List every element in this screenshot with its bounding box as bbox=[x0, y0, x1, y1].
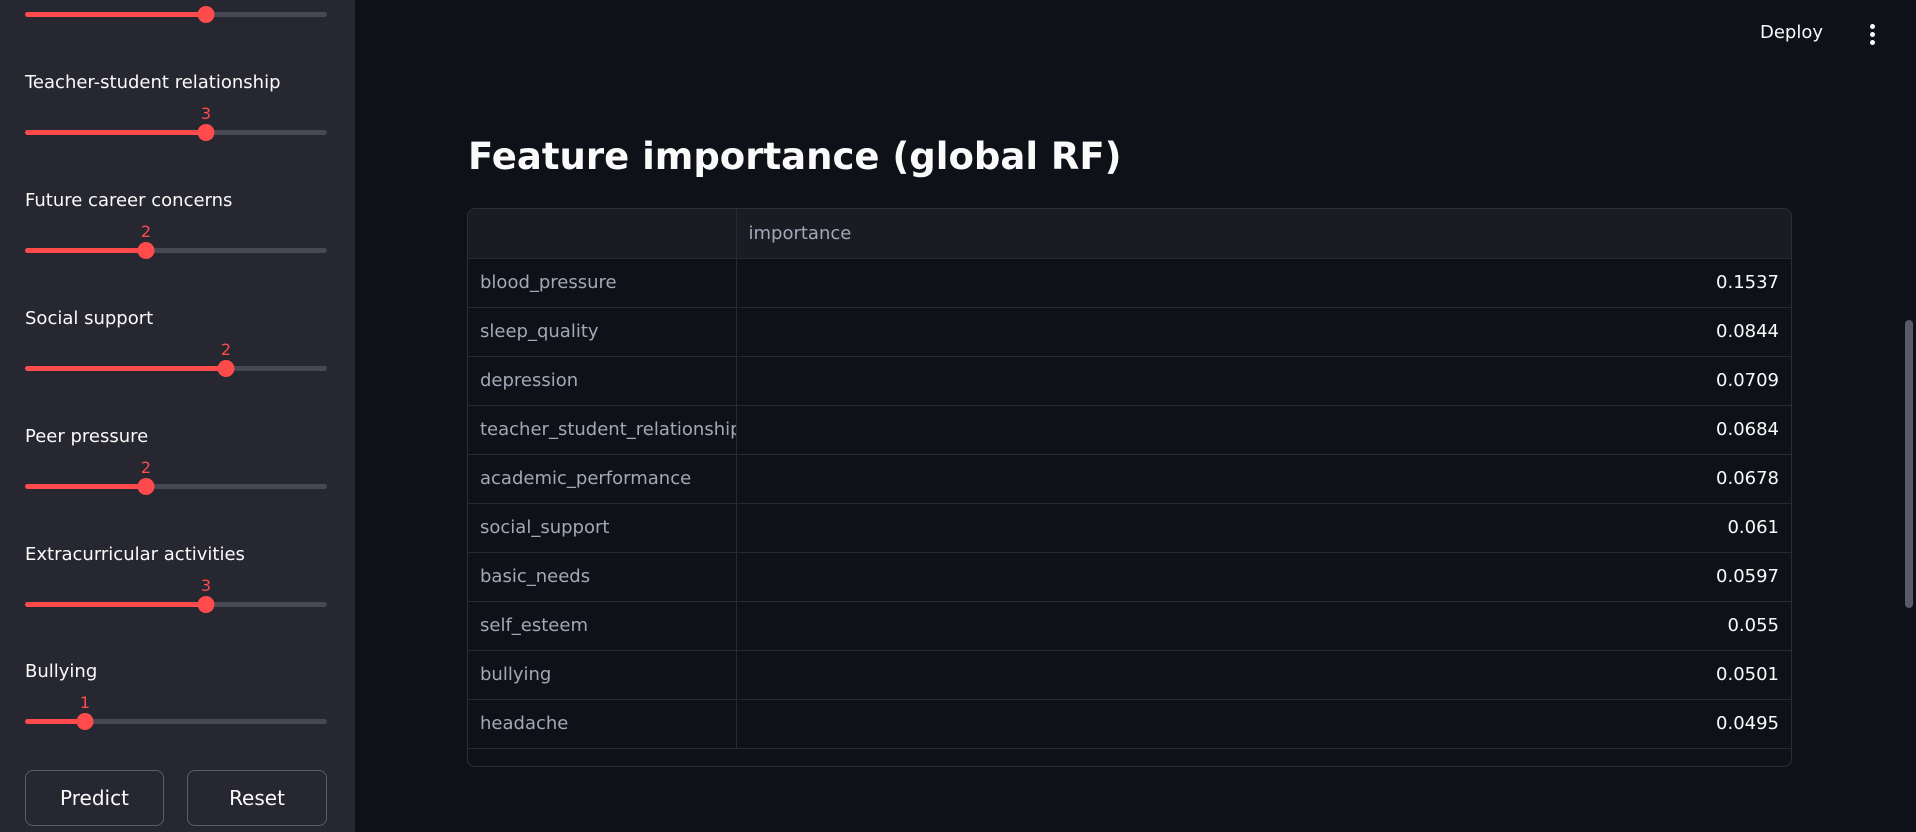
slider-thumb[interactable] bbox=[137, 242, 155, 259]
slider-thumb[interactable] bbox=[137, 478, 155, 495]
predict-button[interactable]: Predict bbox=[25, 770, 164, 826]
table-row[interactable]: social_support 0.061 bbox=[468, 503, 1791, 553]
slider-thumb[interactable] bbox=[197, 124, 215, 141]
slider-value: 1 bbox=[79, 693, 91, 712]
slider-label: Teacher-student relationship bbox=[25, 72, 281, 93]
slider-value: 3 bbox=[200, 104, 212, 123]
slider-thumb[interactable] bbox=[76, 713, 94, 730]
slider-block: Social support 2 bbox=[25, 308, 327, 398]
slider-track[interactable] bbox=[25, 478, 327, 495]
slider-label: Social support bbox=[25, 308, 154, 329]
feature-importance-table[interactable]: importance blood_pressure 0.1537 sleep_qua… bbox=[467, 208, 1792, 767]
slider-fill bbox=[25, 602, 206, 607]
slider-label: Extracurricular activities bbox=[25, 544, 245, 565]
dataframe: importance blood_pressure 0.1537 sleep_qua… bbox=[468, 209, 1791, 749]
vertical-ellipsis-icon[interactable] bbox=[1867, 24, 1877, 46]
feature-name-cell: academic_performance bbox=[468, 454, 737, 504]
slider-label: Peer pressure bbox=[25, 426, 149, 447]
app-root: Teacher-student relationship 3 Future care… bbox=[0, 0, 1916, 832]
page-scrollbar[interactable] bbox=[1905, 320, 1913, 608]
table-header-row: importance bbox=[468, 209, 1791, 259]
slider-fill bbox=[25, 12, 206, 17]
feature-name-cell: bullying bbox=[468, 650, 737, 700]
importance-value-cell: 0.0844 bbox=[736, 307, 1791, 357]
importance-value-cell: 0.0501 bbox=[736, 650, 1791, 700]
table-row[interactable]: academic_performance 0.0678 bbox=[468, 454, 1791, 504]
slider-value: 2 bbox=[140, 222, 152, 241]
slider-block bbox=[25, 0, 327, 44]
slider-track[interactable] bbox=[25, 124, 327, 141]
importance-value-cell: 0.0597 bbox=[736, 552, 1791, 602]
index-column-header bbox=[468, 209, 737, 259]
slider-thumb[interactable] bbox=[197, 596, 215, 613]
slider-track[interactable] bbox=[25, 360, 327, 377]
table-row[interactable]: depression 0.0709 bbox=[468, 356, 1791, 406]
slider-track[interactable] bbox=[25, 6, 327, 23]
feature-name-cell: teacher_student_relationship bbox=[468, 405, 737, 455]
feature-name-cell: self_esteem bbox=[468, 601, 737, 651]
importance-value-cell: 0.0709 bbox=[736, 356, 1791, 406]
slider-block: Extracurricular activities 3 bbox=[25, 544, 327, 634]
importance-value-cell: 0.0495 bbox=[736, 699, 1791, 749]
slider-label: Future career concerns bbox=[25, 190, 233, 211]
slider-fill bbox=[25, 130, 206, 135]
feature-name-cell: sleep_quality bbox=[468, 307, 737, 357]
importance-value-cell: 0.1537 bbox=[736, 258, 1791, 308]
importance-column-header[interactable]: importance bbox=[736, 209, 1791, 259]
table-row[interactable]: self_esteem 0.055 bbox=[468, 601, 1791, 651]
page-title: Feature importance (global RF) bbox=[468, 135, 1122, 178]
table-row[interactable]: headache 0.0495 bbox=[468, 699, 1791, 749]
slider-thumb[interactable] bbox=[197, 6, 215, 23]
slider-track[interactable] bbox=[25, 713, 327, 730]
slider-value: 3 bbox=[200, 576, 212, 595]
slider-fill bbox=[25, 366, 226, 371]
slider-block: Teacher-student relationship 3 bbox=[25, 72, 327, 162]
table-row[interactable]: teacher_student_relationship 0.0684 bbox=[468, 405, 1791, 455]
slider-block: Peer pressure 2 bbox=[25, 426, 327, 516]
feature-name-cell: blood_pressure bbox=[468, 258, 737, 308]
reset-button[interactable]: Reset bbox=[187, 770, 327, 826]
table-row[interactable]: bullying 0.0501 bbox=[468, 650, 1791, 700]
slider-block: Bullying 1 bbox=[25, 661, 327, 751]
table-row[interactable]: sleep_quality 0.0844 bbox=[468, 307, 1791, 357]
slider-label: Bullying bbox=[25, 661, 98, 682]
feature-name-cell: basic_needs bbox=[468, 552, 737, 602]
importance-value-cell: 0.0678 bbox=[736, 454, 1791, 504]
sidebar: Teacher-student relationship 3 Future care… bbox=[0, 0, 355, 832]
slider-track[interactable] bbox=[25, 242, 327, 259]
importance-value-cell: 0.061 bbox=[736, 503, 1791, 553]
deploy-button[interactable]: Deploy bbox=[1760, 22, 1823, 43]
slider-value: 2 bbox=[140, 458, 152, 477]
slider-track[interactable] bbox=[25, 596, 327, 613]
feature-name-cell: depression bbox=[468, 356, 737, 406]
slider-thumb[interactable] bbox=[217, 360, 235, 377]
slider-fill bbox=[25, 484, 146, 489]
importance-value-cell: 0.0684 bbox=[736, 405, 1791, 455]
slider-value: 2 bbox=[220, 340, 232, 359]
feature-name-cell: social_support bbox=[468, 503, 737, 553]
slider-block: Future career concerns 2 bbox=[25, 190, 327, 280]
feature-name-cell: headache bbox=[468, 699, 737, 749]
table-row[interactable]: blood_pressure 0.1537 bbox=[468, 258, 1791, 308]
slider-fill bbox=[25, 248, 146, 253]
table-body: blood_pressure 0.1537 sleep_quality 0.0844 d… bbox=[468, 258, 1791, 749]
table-row[interactable]: basic_needs 0.0597 bbox=[468, 552, 1791, 602]
importance-value-cell: 0.055 bbox=[736, 601, 1791, 651]
